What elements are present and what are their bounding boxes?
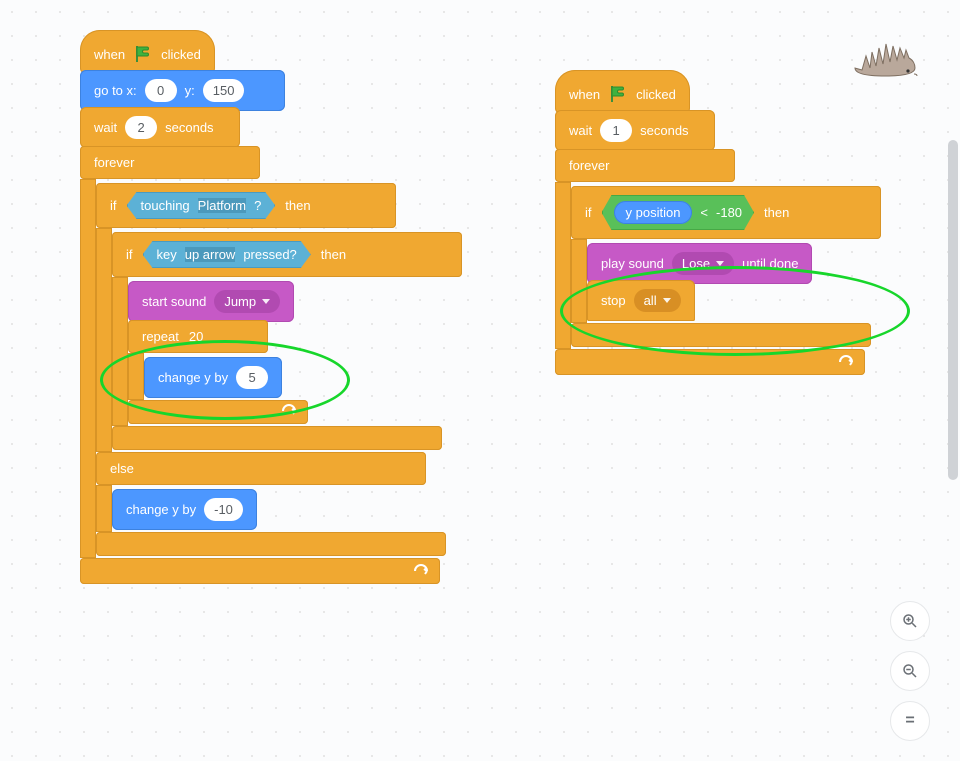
touching-sensing-reporter[interactable]: touching Platform ? [127,192,276,219]
script-a-stack[interactable]: when clicked go to x: 0 y: 150 wait 2 se… [80,30,462,582]
label-forever: forever [94,155,134,170]
label-forever-b: forever [569,158,609,173]
label-key: key [157,247,177,262]
if-key-pressed-block[interactable]: if key up arrow pressed? then [112,232,462,450]
label-change-y2: change y by [126,502,196,517]
label-if2: if [126,247,133,262]
zoom-reset-label: = [905,712,914,730]
input-goto-x[interactable]: 0 [145,79,177,102]
key-pressed-sensing-reporter[interactable]: key up arrow pressed? [143,241,311,268]
play-sound-until-done-block[interactable]: play sound Lose until done [587,243,812,284]
if-ypos-block[interactable]: if y position < -180 then [571,186,881,347]
ypos-text: y position [626,205,681,220]
label-start-sound: start sound [142,294,206,309]
zoom-controls: = [890,601,930,741]
change-y-down-block[interactable]: change y by -10 [112,489,257,530]
when-flag-clicked-block[interactable]: when clicked [80,30,215,74]
label-seconds-b: seconds [640,123,688,138]
stop-arg: all [644,293,657,308]
key-dropdown[interactable]: up arrow [185,247,236,262]
green-flag-icon [133,44,153,64]
text-when: when [94,47,125,62]
label-stop: stop [601,293,626,308]
label-goto: go to x: [94,83,137,98]
forever-block-b[interactable]: forever if y position < -180 then [555,149,881,375]
lt-symbol: < [700,205,708,220]
label-qmark: ? [254,198,261,213]
label-else: else [110,461,134,476]
label-play-sound: play sound [601,256,664,271]
label-then2: then [321,247,346,262]
wait-seconds-block[interactable]: wait 2 seconds [80,107,240,148]
label-then: then [285,198,310,213]
label-repeat: repeat [142,329,179,344]
if-touching-else-block[interactable]: if touching Platform ? then [96,183,462,556]
start-sound-arg: Jump [224,294,256,309]
input-goto-y[interactable]: 150 [203,79,245,102]
zoom-out-button[interactable] [890,651,930,691]
change-y-up-block[interactable]: change y by 5 [144,357,282,398]
label-y: y: [185,83,195,98]
script-b-stack[interactable]: when clicked wait 1 seconds forever if [555,70,881,373]
loop-arrow-icon [280,401,298,418]
green-flag-icon [608,84,628,104]
input-repeat[interactable]: 20 [189,329,203,344]
label-change-y: change y by [158,370,228,385]
text-clicked: clicked [161,47,201,62]
play-sound-arg: Lose [682,256,710,271]
loop-arrow-icon [412,561,430,578]
input-change-y-down[interactable]: -10 [204,498,243,521]
label-if-b: if [585,205,592,220]
scratch-workspace[interactable]: when clicked go to x: 0 y: 150 wait 2 se… [0,0,960,761]
loop-arrow-icon [837,352,855,369]
scrollbar-thumb[interactable] [948,140,958,480]
input-threshold[interactable]: -180 [716,205,742,220]
label-then-b: then [764,205,789,220]
less-than-operator[interactable]: y position < -180 [602,195,755,230]
wait-seconds-block-b[interactable]: wait 1 seconds [555,110,715,151]
label-until-done: until done [742,256,798,271]
vertical-scrollbar[interactable] [948,20,958,720]
input-change-y-up[interactable]: 5 [236,366,268,389]
label-pressed: pressed? [243,247,296,262]
label-wait-b: wait [569,123,592,138]
input-wait-b[interactable]: 1 [600,119,632,142]
label-if: if [110,198,117,213]
start-sound-block[interactable]: start sound Jump [128,281,294,322]
repeat-block[interactable]: repeat 20 c [128,320,308,424]
goto-xy-block[interactable]: go to x: 0 y: 150 [80,70,285,111]
touching-arg: Platform [198,198,246,213]
play-sound-dropdown[interactable]: Lose [672,252,734,275]
text-clicked-b: clicked [636,87,676,102]
start-sound-dropdown[interactable]: Jump [214,290,280,313]
key-arg: up arrow [185,247,236,262]
label-wait: wait [94,120,117,135]
zoom-in-button[interactable] [890,601,930,641]
when-flag-clicked-block-b[interactable]: when clicked [555,70,690,114]
forever-block[interactable]: forever if touching Platform ? [80,146,462,584]
zoom-reset-button[interactable]: = [890,701,930,741]
stop-dropdown[interactable]: all [634,289,681,312]
label-touching: touching [141,198,190,213]
input-wait[interactable]: 2 [125,116,157,139]
label-seconds: seconds [165,120,213,135]
y-position-reporter[interactable]: y position [614,201,693,224]
text-when-b: when [569,87,600,102]
touching-dropdown[interactable]: Platform [198,198,246,213]
stop-block[interactable]: stop all [587,280,695,321]
